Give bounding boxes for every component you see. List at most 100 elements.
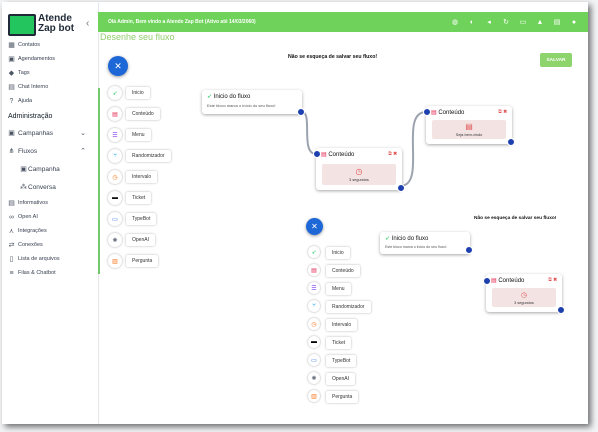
delete-icon[interactable]: ✖ (553, 277, 557, 283)
duplicate-icon[interactable]: ⧉ (388, 151, 392, 157)
start-node[interactable]: ➶ Inicio do fluxo Este bloco marca o iní… (380, 232, 473, 254)
start-node-title-text: Inicio do fluxo (391, 236, 429, 242)
clock-icon: ◷ (108, 170, 122, 184)
logo-text-line2: Zap bot (38, 23, 75, 34)
edge-start-to-content1 (301, 111, 317, 155)
chevron-up-icon: ⌃ (80, 148, 86, 155)
flow-canvas[interactable]: Não se esqueça de salvar seu fluxo! SALV… (98, 44, 588, 424)
delete-icon[interactable]: ✖ (503, 109, 507, 115)
sidebar-item-filas-chatbot[interactable]: ≡ Filas & Chatbot (2, 266, 98, 280)
save-reminder: Não se esqueça de salvar seu fluxo! (288, 54, 378, 60)
node-actions: ⧉ ✖ (548, 277, 557, 283)
palette-item-label: OpenAI (126, 234, 155, 246)
logo: Atende Zap bot (8, 10, 88, 36)
input-port[interactable] (423, 108, 431, 116)
sidebar-item-label: Tags (18, 70, 30, 76)
output-port[interactable] (557, 306, 565, 314)
campaign-icon: ▣ (8, 130, 15, 137)
palette-item-label: Randomizador (326, 301, 371, 313)
globe-icon[interactable]: ◍ (451, 18, 459, 26)
ticket-icon: ▬ (308, 336, 320, 348)
refresh-icon[interactable]: ↻ (502, 18, 510, 26)
sidebar-item-campanha[interactable]: ▣ Campanha (2, 160, 98, 178)
close-palette-button[interactable]: ✕ (108, 56, 128, 76)
start-node-title-text: Inicio do fluxo (213, 94, 251, 100)
sidebar-item-openai[interactable]: ∞ Open AI (2, 210, 98, 224)
calendar-icon: ▣ (8, 56, 15, 63)
sidebar-item-informativos[interactable]: ▤ Informativos (2, 196, 98, 210)
top-bar: Olá Admin, Bem vindo a Atende Zap Bot (A… (98, 12, 588, 32)
sidebar-item-contatos[interactable]: ▦ Contatos (2, 38, 98, 52)
content-preview: ◷ 3 segundos (322, 164, 396, 185)
clock-icon: ◷ (308, 318, 320, 330)
menu-icon: ☰ (108, 128, 122, 142)
file-icon: ▯ (9, 256, 14, 263)
question-icon: ▥ (108, 254, 122, 268)
user-account-icon[interactable]: ● (570, 18, 578, 26)
palette-item-label: OpenAI (326, 373, 355, 385)
message-icon: ▤ (465, 122, 473, 131)
content-preview: ▤ Seja bem-vindo (432, 120, 506, 139)
split-icon: ⑂ (108, 149, 122, 163)
sidebar-item-ajuda[interactable]: ? Ajuda (2, 94, 98, 108)
save-reminder: Não se esqueça de salvar seu fluxo! (474, 216, 557, 221)
volume-icon[interactable]: ◂ (485, 18, 493, 26)
sidebar-item-label: Campanha (28, 165, 60, 173)
sidebar-item-integracoes[interactable]: ⋏ Integrações (2, 224, 98, 238)
palette-item-label: TypeBot (126, 213, 157, 225)
input-port[interactable] (483, 277, 491, 285)
content-preview-text: 3 segundos (349, 178, 369, 182)
palette-item-label: Menu (326, 283, 351, 295)
sidebar-item-label: Informativos (18, 200, 48, 206)
output-port[interactable] (465, 246, 473, 254)
node-actions: ⧉ ✖ (388, 151, 397, 157)
rocket-icon: ➶ (308, 246, 320, 258)
duplicate-icon[interactable]: ⧉ (498, 109, 502, 115)
close-palette-button[interactable]: ✕ (306, 218, 323, 235)
output-port[interactable] (397, 184, 405, 192)
input-port[interactable] (313, 150, 321, 158)
content-node[interactable]: ▤ Conteúdo ⧉ ✖ ◷ 3 segundos (483, 274, 565, 314)
delete-icon[interactable]: ✖ (393, 151, 397, 157)
content-preview-text: Seja bem-vindo (455, 133, 483, 137)
sidebar-item-conexoes[interactable]: ⇄ Conexões (2, 238, 98, 252)
duplicate-icon[interactable]: ⧉ (548, 277, 552, 283)
content-node[interactable]: ▤ Conteúdo ⧉ ✖ ▤ Seja bem-vindo (423, 106, 515, 146)
chat-icon: ▤ (8, 84, 15, 91)
sidebar-item-chat-interno[interactable]: ▤ Chat Interno (2, 80, 98, 94)
start-node-title: ➶ Inicio do fluxo (385, 235, 428, 242)
sidebar-item-conversa[interactable]: ⁂ Conversa (2, 178, 98, 196)
output-port[interactable] (297, 108, 305, 116)
sidebar-item-label: Fluxos (18, 147, 38, 155)
sidebar-item-tags[interactable]: ◆ Tags (2, 66, 98, 80)
palette-item-label: Ticket (326, 337, 352, 349)
sidebar-item-campanhas[interactable]: ▣ Campanhas ⌄ (2, 124, 98, 142)
sidebar-item-lista-arquivos[interactable]: ▯ Lista de arquivos (2, 252, 98, 266)
rocket-icon: ➶ (207, 94, 214, 100)
notifications-icon[interactable]: ▲ (536, 18, 544, 26)
connection-icon: ⇄ (8, 242, 15, 249)
chevron-down-icon: ⌄ (80, 130, 86, 137)
rocket-icon: ➶ (108, 86, 122, 100)
theme-toggle-icon[interactable]: ◐ (468, 18, 476, 26)
collapse-sidebar-icon[interactable]: ‹ (86, 18, 89, 29)
start-node-title: ➶ Inicio do fluxo (207, 93, 250, 100)
sidebar-item-label: Filas & Chatbot (18, 270, 56, 276)
sidebar-item-label: Agendamentos (18, 56, 55, 62)
announcement-icon[interactable]: ▭ (519, 18, 527, 26)
clock-icon: ◷ (520, 291, 528, 299)
split-icon: ⑂ (308, 300, 320, 312)
sidebar-item-agendamentos[interactable]: ▣ Agendamentos (2, 52, 98, 66)
content-node-title: ▤ Conteúdo (491, 277, 524, 284)
content-node-title-text: Conteúdo (328, 152, 355, 158)
start-node[interactable]: ➶ Inicio do fluxo Este bloco marca o iní… (202, 90, 305, 116)
save-button[interactable]: SALVAR (540, 53, 572, 67)
palette-item-label: Inicio (326, 247, 350, 259)
contacts-icon: ▦ (8, 42, 15, 49)
content-node-title: ▤ Conteúdo (321, 151, 354, 158)
output-port[interactable] (507, 138, 515, 146)
menu-icon: ☰ (308, 282, 320, 294)
chat-icon[interactable]: ▤ (553, 18, 561, 26)
content-node[interactable]: ▤ Conteúdo ⧉ ✖ ◷ 3 segundos (313, 148, 405, 192)
sidebar-item-fluxos[interactable]: ⋔ Fluxos ⌃ (2, 142, 98, 160)
